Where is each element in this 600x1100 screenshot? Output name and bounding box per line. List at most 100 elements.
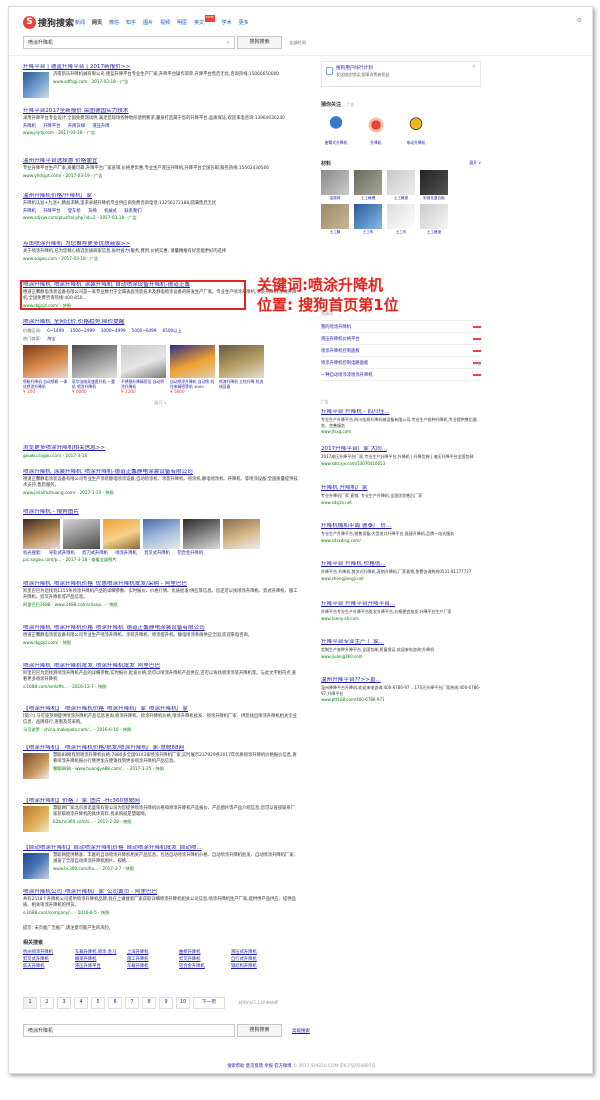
image-thumb[interactable]	[223, 519, 260, 549]
entity-item[interactable]: 升降机	[361, 112, 391, 146]
entity-image[interactable]	[363, 112, 389, 138]
product-caption[interactable]: 自动喷涂升降机 自动喷 机往来精密等机 4000	[170, 379, 215, 389]
page-6[interactable]: 6	[108, 997, 122, 1009]
entity-item[interactable]: 曲臂式升降机	[321, 112, 351, 146]
page-9[interactable]: 9	[159, 997, 173, 1009]
sublink[interactable]: 升降货梯	[68, 124, 85, 129]
result-thumbnail[interactable]	[23, 72, 49, 98]
related-link[interactable]: 铝合金升降机	[179, 963, 222, 969]
product-image[interactable]	[170, 345, 215, 378]
entity-item[interactable]: 电动升降机	[401, 112, 431, 146]
result-title[interactable]: 温州升降平台选择惠 价格便宜	[23, 158, 298, 165]
product-image[interactable]	[23, 345, 68, 378]
related-link[interactable]: 车载升降机	[127, 963, 170, 969]
nav-zhihu[interactable]: 知乎	[126, 19, 136, 26]
price-filter[interactable]: 6500以上	[163, 328, 182, 334]
gear-icon[interactable]: ⚙	[577, 17, 582, 24]
result-title[interactable]: 喷涂升降机_涂装升降机_喷涂升降机-德道正馨静电涂装设备有限公司	[23, 469, 298, 476]
material-name[interactable]: 土工格室	[420, 230, 448, 235]
related-link[interactable]: 液压升降平台	[75, 963, 118, 969]
price-filter[interactable]: 5000~6499	[132, 328, 157, 334]
material-item[interactable]: 金属网	[321, 170, 349, 201]
related-link[interactable]: 杭州喷涂升降机	[23, 949, 66, 955]
result-title[interactable]: 升降平台2017全新报价 荣图德国实力技术	[23, 108, 298, 115]
entity-name[interactable]: 电动升降机	[401, 140, 431, 146]
nav-video[interactable]: 视频	[160, 19, 170, 26]
sublink[interactable]: 登车桥	[68, 209, 81, 214]
material-item[interactable]: 土工布	[387, 204, 415, 235]
material-image[interactable]	[354, 204, 382, 229]
material-name[interactable]: 土工格室	[387, 196, 415, 201]
product-item[interactable]: 喷粉升降机 自动喷粉 一体化喷涂升降机 ¥ 100	[23, 345, 68, 394]
materials-expand[interactable]: 展开 ∨	[469, 160, 481, 166]
image-thumb[interactable]	[183, 519, 220, 549]
keyword-text[interactable]: 一种自动喷涂漆喷涂升降机	[321, 372, 373, 378]
bottom-search-button[interactable]: 搜狗搜索	[237, 1024, 282, 1037]
sublink[interactable]: 喷涂升降机	[115, 551, 136, 556]
result-title[interactable]: 【喷涂升降机】_喷涂升降机价格_喷涂升降机厂家_喷涂升降机厂家	[23, 706, 298, 713]
related-link[interactable]: 钢结构升降机	[231, 963, 274, 969]
next-page-button[interactable]: 下一页	[193, 997, 225, 1009]
result-title[interactable]: 【喷涂升降机】价格_厂家_图片 -Hc360慧聪网	[23, 798, 298, 805]
sublink[interactable]: 货梯	[88, 209, 97, 214]
sublink[interactable]: 铝合金升降机	[177, 551, 203, 556]
side-ad-title[interactable]: 升降平台 升降机 - 四川佳...	[321, 409, 481, 416]
product-caption[interactable]: 喷漆升降机 立柱升降 机流线设备	[219, 379, 264, 389]
image-thumb[interactable]	[63, 519, 100, 549]
nav-more[interactable]: 更多	[239, 19, 249, 26]
product-image[interactable]	[219, 345, 264, 378]
bottom-search-input[interactable]: 喷涂升降机	[23, 1024, 235, 1037]
result-title[interactable]: 温州升降机价格/升降机厂家	[23, 193, 298, 200]
product-caption[interactable]: 豪华油电双速直升机 一整机 喷涂升降机	[72, 379, 117, 389]
nav-english[interactable]: 英文	[194, 19, 204, 26]
material-name[interactable]: 土工布	[354, 230, 382, 235]
page-8[interactable]: 8	[142, 997, 156, 1009]
side-ad-title[interactable]: 升降机 升降机厂家	[321, 485, 481, 492]
material-item[interactable]: 彩钢瓦复合板	[420, 170, 448, 201]
page-10[interactable]: 10	[176, 997, 190, 1009]
result-title[interactable]: 【喷涂升降机】_喷涂升降机价格/批发/喷涂升降机厂家-慧聪88网	[23, 745, 298, 752]
product-image[interactable]	[121, 345, 166, 378]
fold-link[interactable]: 折叠	[473, 361, 481, 367]
user-plan-card[interactable]: 搜狗用户除行计划 发送描述错误,保障消费者权益 ×	[321, 61, 481, 87]
sublink[interactable]: 升降机	[23, 124, 36, 129]
side-ad-title[interactable]: 升降平台 升降机 价格低...	[321, 561, 481, 568]
keyword-item[interactable]: 喷涂升降机控制面板	[321, 345, 481, 357]
nav-web[interactable]: 网页	[92, 19, 102, 26]
sublink[interactable]: 升降平台	[43, 209, 60, 214]
result-title[interactable]: 喷涂升降机_喷涂升降机批发_喷涂升降机批发_阿里巴巴	[23, 663, 298, 670]
sublink[interactable]: 剪刀式升降机	[82, 551, 108, 556]
side-ad-title[interactable]: 升降机械和平面 德泰厂 价...	[321, 523, 481, 530]
entity-image[interactable]	[403, 112, 429, 138]
page-4[interactable]: 4	[74, 997, 88, 1009]
advanced-search-link[interactable]: 高级搜索	[292, 1028, 310, 1034]
material-image[interactable]	[420, 170, 448, 195]
sublink[interactable]: 升降机	[23, 209, 36, 214]
result-title[interactable]: 【自动喷涂升降机】自动喷涂升降机价格_自动喷涂升降机批发_自动喷...	[23, 845, 298, 852]
search-button[interactable]: 搜狗搜索	[237, 36, 282, 49]
keyword-item[interactable]: 我的喷涂升降机	[321, 321, 481, 333]
product-caption[interactable]: 喷粉升降机 自动喷粉 一体化喷涂升降机	[23, 379, 68, 389]
keyword-item[interactable]: 一种自动喷涂漆喷涂升降机	[321, 369, 481, 381]
material-name[interactable]: 土工布	[387, 230, 415, 235]
entity-name[interactable]: 曲臂式升降机	[321, 140, 351, 146]
material-name[interactable]: 彩钢瓦复合板	[420, 196, 448, 201]
material-name[interactable]: 土工膜	[321, 230, 349, 235]
nav-scholar[interactable]: 学术	[222, 19, 232, 26]
image-thumb[interactable]	[103, 519, 140, 549]
product-image[interactable]	[72, 345, 117, 378]
side-ad-title[interactable]: 2017升降平台厂家 大同...	[321, 446, 481, 453]
close-icon[interactable]: ×	[472, 64, 476, 70]
related-link[interactable]: 剪叉式升降机	[23, 956, 66, 962]
page-7[interactable]: 7	[125, 997, 139, 1009]
nav-mingyi[interactable]: 明医	[177, 19, 187, 26]
keyword-item[interactable]: 液压升降机价格平台	[321, 333, 481, 345]
clear-icon[interactable]: ×	[226, 39, 230, 47]
related-link[interactable]: 剪叉升降机	[179, 956, 222, 962]
side-ad-title[interactable]: 温州升降平台??>>直...	[321, 677, 481, 684]
sublink[interactable]: 机械式	[104, 209, 117, 214]
result-thumbnail[interactable]	[23, 853, 49, 879]
keyword-text[interactable]: 液压升降机价格平台	[321, 336, 360, 342]
sogou-logo[interactable]: S 搜狗搜索	[23, 16, 74, 29]
related-link[interactable]: 上海升降机	[127, 949, 170, 955]
